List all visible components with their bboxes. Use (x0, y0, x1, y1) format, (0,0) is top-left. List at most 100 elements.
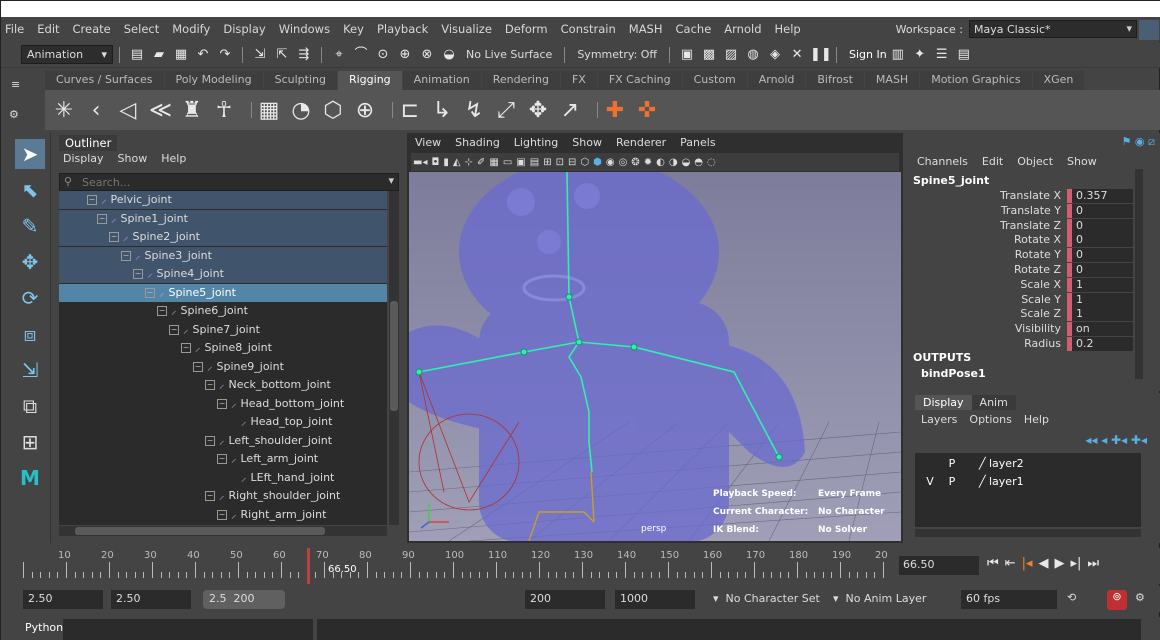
outliner-row[interactable]: − ⸝ Spine4_joint (59, 265, 387, 283)
ik-handle-icon[interactable]: ‹ (85, 98, 107, 123)
safe-action-icon[interactable]: ⊡ (556, 157, 564, 168)
annotation-locator-icon[interactable]: ✜ (636, 98, 658, 123)
ik-rp-icon[interactable]: ≪ (149, 98, 172, 123)
layer-menu-layers[interactable]: Layers (921, 413, 957, 426)
redo-icon[interactable]: ↷ (216, 46, 234, 64)
film-gate-icon[interactable]: ▭ (503, 157, 512, 168)
auto-key-icon[interactable]: ⊚ (1107, 590, 1127, 610)
menu-constrain[interactable]: Constrain (561, 22, 616, 36)
tab-custom[interactable]: Custom (682, 71, 747, 90)
render-frame-icon[interactable]: ▩ (700, 46, 718, 64)
outliner-menu-help[interactable]: Help (161, 152, 186, 165)
outliner-row[interactable]: − ⸝ Left_shoulder_joint (59, 432, 387, 450)
outliner-row[interactable]: − ⸝ Spine6_joint (59, 302, 387, 320)
outliner-row[interactable]: − ⸝ Neck_bottom_joint (59, 376, 387, 394)
point-constraint-icon[interactable]: ↳ (431, 98, 453, 123)
outliner-row[interactable]: ⸝ LEft_hand_joint (59, 469, 387, 487)
outliner-row[interactable]: − ⸝ Spine5_joint (59, 283, 387, 302)
fps-dropdown[interactable]: 60 fps (961, 590, 1057, 609)
tab-anim[interactable]: Anim (971, 395, 1016, 410)
go-to-start-icon[interactable]: ⏮ (987, 556, 999, 571)
snap-view-icon[interactable]: ⊕ (396, 46, 414, 64)
tab-arnold[interactable]: Arnold (747, 71, 806, 90)
expand-icon[interactable]: − (205, 380, 215, 390)
expand-icon[interactable]: − (217, 454, 227, 464)
camera-icon[interactable]: ▬◂ (413, 157, 427, 168)
tab-mash[interactable]: MASH (864, 71, 920, 90)
viewport-scene[interactable]: Playback Speed: Every Frame Current Char… (409, 172, 901, 541)
attr-row[interactable]: Radius 0.2 (907, 337, 1137, 351)
last-tool-icon[interactable]: ⇲ (15, 355, 45, 385)
viewport-menu-shading[interactable]: Shading (455, 136, 500, 149)
current-frame-field[interactable]: 66.50 (899, 556, 979, 575)
outliner-vscroll[interactable] (389, 191, 399, 525)
attr-value[interactable]: 1 (1067, 292, 1133, 307)
ipr-render-icon[interactable]: ▨ (722, 46, 740, 64)
playback-end-field[interactable]: 200 (525, 590, 605, 609)
layer-menu-options[interactable]: Options (969, 413, 1011, 426)
expand-icon[interactable]: − (87, 195, 97, 205)
menu-key[interactable]: Key (343, 22, 364, 36)
tab-curves-surfaces[interactable]: Curves / Surfaces (45, 71, 164, 90)
gate-mask-icon[interactable]: ▤ (530, 157, 539, 168)
menu-arnold[interactable]: Arnold (724, 22, 761, 36)
outliner-row[interactable]: − ⸝ Spine7_joint (59, 321, 387, 339)
paint-weights-icon[interactable]: ◔ (290, 98, 312, 123)
viewport-menu-lighting[interactable]: Lighting (514, 136, 558, 149)
chevron-down-icon[interactable]: ▾ (388, 174, 394, 187)
anim-layer-dropdown[interactable]: ▾ No Anim Layer (833, 592, 926, 605)
tab-display[interactable]: Display (915, 395, 972, 410)
menu-select[interactable]: Select (124, 22, 159, 36)
camera-attrs-icon[interactable]: ◘ (431, 157, 439, 168)
attr-row[interactable]: Translate Y 0 (907, 203, 1137, 218)
current-time-marker[interactable] (306, 548, 310, 584)
snap-grid-icon[interactable]: ⌖ (330, 46, 348, 64)
channel-menu-channels[interactable]: Channels (917, 155, 968, 168)
resolution-gate-icon[interactable]: ▣ (516, 157, 525, 168)
workspace-arrow-icon[interactable] (1139, 20, 1159, 40)
rotate-tool-icon[interactable]: ⟳ (15, 283, 45, 313)
menu-help[interactable]: Help (775, 22, 801, 36)
layer-arrow-icons[interactable]: ◂◂ ◂ ✚◂ ✚◂ (1085, 433, 1147, 447)
layer-menu-help[interactable]: Help (1024, 413, 1049, 426)
scale-constraint-icon[interactable]: ⤢ (495, 98, 517, 123)
channel-menu-edit[interactable]: Edit (982, 155, 1003, 168)
channel-box-toggle-icon[interactable]: ⚑ ◉ ⧄ (1122, 135, 1155, 149)
snap-curve-icon[interactable]: ⌒ (352, 46, 370, 64)
viewport-panel[interactable]: View Shading Lighting Show Renderer Panels ▬◂… (407, 133, 903, 543)
channel-menu-show[interactable]: Show (1067, 155, 1097, 168)
script-language-label[interactable]: Python (25, 621, 63, 634)
attr-row[interactable]: Scale Y 1 (907, 292, 1137, 307)
outliner-menu-display[interactable]: Display (63, 152, 104, 165)
menu-playback[interactable]: Playback (377, 22, 428, 36)
go-to-end-icon[interactable]: ⏭ (1087, 556, 1099, 571)
symmetry-dropdown[interactable]: Symmetry: Off (577, 48, 657, 61)
menu-modify[interactable]: Modify (172, 22, 210, 36)
attr-value[interactable]: on (1067, 322, 1133, 337)
render-view-icon[interactable]: ▣ (678, 46, 696, 64)
modeling-toolkit-icon[interactable]: ▥ (889, 46, 907, 64)
tab-xgen[interactable]: XGen (1032, 71, 1085, 90)
attr-value[interactable]: 0.357 (1067, 189, 1133, 203)
isolate-icon[interactable]: ◓ (694, 157, 703, 168)
attr-value[interactable]: 0 (1067, 248, 1133, 263)
snap-surface-icon[interactable]: ⊗ (418, 46, 436, 64)
character-set-dropdown[interactable]: ▾ No Character Set (713, 592, 820, 605)
occlusion-icon[interactable]: ◐ (656, 157, 665, 168)
anti-alias-icon[interactable]: ◒ (682, 157, 691, 168)
lattice-icon[interactable]: ⬡ (322, 98, 344, 123)
outliner-menu-show[interactable]: Show (118, 152, 148, 165)
attr-row[interactable]: Rotate X 0 (907, 233, 1137, 248)
tab-rigging[interactable]: Rigging (337, 71, 402, 90)
expand-icon[interactable]: − (145, 287, 155, 298)
outliner-row[interactable]: − ⸝ Right_arm_joint (59, 506, 387, 524)
attr-row[interactable]: Translate Z 0 (907, 218, 1137, 233)
attr-value[interactable]: 0 (1067, 263, 1133, 277)
field-chart-icon[interactable]: ⊞ (543, 157, 551, 168)
expand-icon[interactable]: − (157, 306, 167, 316)
tab-poly-modeling[interactable]: Poly Modeling (164, 71, 263, 90)
expand-icon[interactable]: − (97, 213, 107, 224)
anim-prefs-icon[interactable]: ⚙ (1135, 591, 1145, 604)
workspace-selector[interactable]: Workspace : Maya Classic* (896, 20, 1137, 38)
select-tool-icon[interactable]: ➤ (15, 139, 45, 169)
